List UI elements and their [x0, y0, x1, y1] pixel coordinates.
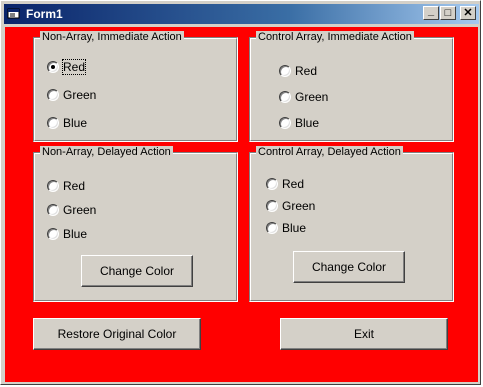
change-color-button-control-array[interactable]: Change Color	[293, 251, 405, 283]
radio-blue-control-array-immediate[interactable]: Blue	[279, 116, 359, 132]
radio-label: Blue	[63, 227, 88, 241]
radio-icon	[279, 65, 291, 77]
radio-blue-non-array-delayed[interactable]: Blue	[47, 227, 127, 243]
radio-green-control-array-immediate[interactable]: Green	[279, 90, 359, 106]
radio-icon	[47, 117, 59, 129]
radio-blue-control-array-delayed[interactable]: Blue	[266, 221, 346, 237]
button-label: Exit	[353, 327, 374, 341]
radio-red-control-array-delayed[interactable]: Red	[266, 177, 346, 193]
frame-title: Non-Array, Delayed Action	[40, 146, 173, 158]
radio-red-non-array-delayed[interactable]: Red	[47, 179, 127, 195]
minimize-icon: _	[427, 5, 435, 17]
maximize-icon: □	[444, 7, 452, 19]
change-color-button-non-array[interactable]: Change Color	[81, 255, 193, 287]
radio-icon	[266, 200, 278, 212]
frame-title: Control Array, Immediate Action	[256, 31, 414, 43]
form1-window: Form1 _ □ ✕ Non-Array, Immediate Action …	[0, 0, 481, 385]
radio-red-non-array-immediate[interactable]: Red	[47, 59, 127, 76]
radio-icon	[266, 222, 278, 234]
maximize-button[interactable]: □	[440, 6, 456, 20]
window-title: Form1	[26, 7, 63, 21]
radio-label: Green	[63, 88, 97, 102]
button-label: Change Color	[311, 260, 387, 274]
minimize-button[interactable]: _	[423, 5, 439, 20]
radio-blue-non-array-immediate[interactable]: Blue	[47, 116, 127, 132]
close-button[interactable]: ✕	[460, 6, 476, 20]
app-icon	[7, 8, 20, 19]
radio-label: Blue	[295, 116, 320, 130]
radio-icon	[279, 117, 291, 129]
radio-selected-icon	[47, 61, 59, 73]
radio-green-non-array-immediate[interactable]: Green	[47, 88, 127, 104]
frame-non-array-immediate: Non-Array, Immediate Action Red Green Bl…	[33, 31, 238, 142]
frame-control-array-immediate: Control Array, Immediate Action Red Gree…	[249, 31, 454, 142]
radio-label: Green	[282, 199, 316, 213]
radio-icon	[47, 204, 59, 216]
radio-green-non-array-delayed[interactable]: Green	[47, 203, 127, 219]
radio-icon	[279, 91, 291, 103]
close-icon: ✕	[463, 7, 473, 19]
restore-original-color-button[interactable]: Restore Original Color	[33, 318, 201, 350]
radio-label: Red	[295, 64, 318, 78]
radio-icon	[47, 180, 59, 192]
frame-title: Control Array, Delayed Action	[256, 146, 403, 158]
exit-button[interactable]: Exit	[280, 318, 448, 350]
radio-label: Red	[282, 177, 305, 191]
radio-icon	[47, 89, 59, 101]
form-client-area: Non-Array, Immediate Action Red Green Bl…	[5, 27, 478, 382]
radio-label: Green	[63, 203, 97, 217]
radio-label: Red	[63, 179, 86, 193]
title-bar[interactable]: Form1 _ □ ✕	[4, 4, 479, 24]
radio-label: Blue	[63, 116, 88, 130]
frame-non-array-delayed: Non-Array, Delayed Action Red Green Blue…	[33, 146, 238, 302]
button-label: Restore Original Color	[57, 327, 177, 341]
radio-green-control-array-delayed[interactable]: Green	[266, 199, 346, 215]
radio-red-control-array-immediate[interactable]: Red	[279, 64, 359, 80]
radio-label: Red	[61, 59, 87, 75]
frame-title: Non-Array, Immediate Action	[40, 31, 184, 43]
button-label: Change Color	[99, 264, 175, 278]
frame-control-array-delayed: Control Array, Delayed Action Red Green …	[249, 146, 454, 302]
radio-label: Blue	[282, 221, 307, 235]
radio-label: Green	[295, 90, 329, 104]
radio-icon	[47, 228, 59, 240]
radio-icon	[266, 178, 278, 190]
